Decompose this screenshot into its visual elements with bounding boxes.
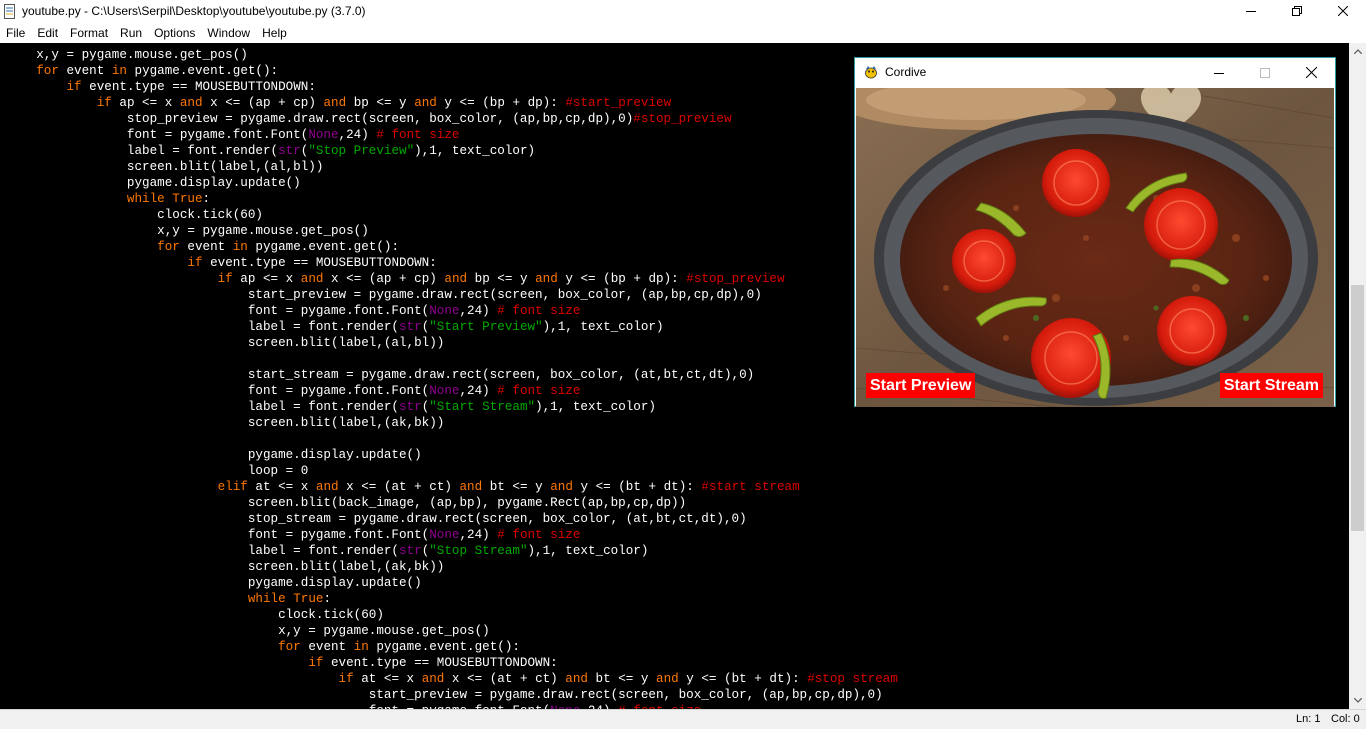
- code-line[interactable]: for event in pygame.event.get():: [6, 64, 278, 78]
- code-line[interactable]: loop = 0: [6, 464, 308, 478]
- code-line[interactable]: screen.blit(label,(al,bl)): [6, 336, 445, 350]
- menu-edit[interactable]: Edit: [31, 23, 64, 43]
- code-line[interactable]: stop_preview = pygame.draw.rect(screen, …: [6, 112, 732, 126]
- code-line[interactable]: if ap <= x and x <= (ap + cp) and bp <= …: [6, 96, 671, 110]
- code-line[interactable]: elif at <= x and x <= (at + ct) and bt <…: [6, 480, 800, 494]
- chevron-down-icon: [1353, 698, 1362, 703]
- status-bar: Ln: 1 Col: 0: [0, 709, 1366, 729]
- code-line[interactable]: while True:: [6, 592, 331, 606]
- code-line[interactable]: pygame.display.update(): [6, 576, 422, 590]
- code-line[interactable]: font = pygame.font.Font(None,24) # font …: [6, 528, 581, 542]
- maximize-icon: [1260, 67, 1270, 78]
- minimize-icon: [1246, 11, 1256, 12]
- menu-options[interactable]: Options: [148, 23, 201, 43]
- vertical-scrollbar[interactable]: [1349, 43, 1366, 709]
- pygame-window-title: Cordive: [885, 65, 927, 79]
- code-line[interactable]: start_preview = pygame.draw.rect(screen,…: [6, 688, 883, 702]
- status-column: Col: 0: [1331, 713, 1360, 725]
- pygame-window-title-bar[interactable]: Cordive: [855, 58, 1335, 87]
- code-line[interactable]: font = pygame.font.Font(None,24) # font …: [6, 128, 460, 142]
- code-line[interactable]: clock.tick(60): [6, 608, 384, 622]
- pygame-snake-icon: [865, 66, 877, 79]
- code-line[interactable]: if event.type == MOUSEBUTTONDOWN:: [6, 80, 315, 94]
- food-photo: [856, 88, 1334, 407]
- restore-button[interactable]: [1274, 0, 1320, 22]
- minimize-button[interactable]: [1228, 0, 1274, 22]
- status-line: Ln: 1: [1296, 713, 1321, 725]
- menu-bar: File Edit Format Run Options Window Help: [0, 23, 1366, 43]
- code-line[interactable]: x,y = pygame.mouse.get_pos(): [6, 48, 248, 62]
- close-button[interactable]: [1320, 0, 1366, 22]
- chevron-up-icon: [1353, 49, 1362, 54]
- scroll-down-button[interactable]: [1349, 692, 1366, 709]
- scroll-up-button[interactable]: [1349, 43, 1366, 60]
- menu-window[interactable]: Window: [201, 23, 256, 43]
- code-line[interactable]: label = font.render(str("Start Preview")…: [6, 320, 664, 334]
- code-line[interactable]: screen.blit(back_image, (ap,bp), pygame.…: [6, 496, 686, 510]
- window-title-bar: youtube.py - C:\Users\Serpil\Desktop\you…: [0, 0, 1366, 23]
- code-line[interactable]: x,y = pygame.mouse.get_pos(): [6, 624, 490, 638]
- pygame-canvas[interactable]: Start Preview Start Stream: [856, 88, 1334, 407]
- code-line[interactable]: screen.blit(label,(al,bl)): [6, 160, 324, 174]
- menu-help[interactable]: Help: [256, 23, 293, 43]
- code-line[interactable]: for event in pygame.event.get():: [6, 640, 520, 654]
- code-line[interactable]: if event.type == MOUSEBUTTONDOWN:: [6, 256, 436, 270]
- code-line[interactable]: x,y = pygame.mouse.get_pos(): [6, 224, 369, 238]
- code-line[interactable]: if at <= x and x <= (at + ct) and bt <= …: [6, 672, 898, 686]
- code-line[interactable]: clock.tick(60): [6, 208, 263, 222]
- code-line[interactable]: font = pygame.font.Font(None,24) # font …: [6, 384, 581, 398]
- menu-file[interactable]: File: [0, 23, 31, 43]
- pygame-close-button[interactable]: [1288, 58, 1334, 87]
- code-line[interactable]: start_stream = pygame.draw.rect(screen, …: [6, 368, 754, 382]
- restore-icon: [1292, 6, 1302, 16]
- code-line[interactable]: if event.type == MOUSEBUTTONDOWN:: [6, 656, 557, 670]
- pygame-window[interactable]: Cordive Start Preview Start Stream: [854, 57, 1336, 407]
- start-preview-button[interactable]: Start Preview: [866, 373, 976, 398]
- pygame-minimize-button[interactable]: [1196, 58, 1242, 87]
- scrollbar-thumb[interactable]: [1351, 285, 1364, 531]
- code-line[interactable]: label = font.render(str("Stop Stream"),1…: [6, 544, 649, 558]
- idle-file-icon: [4, 4, 15, 19]
- code-text[interactable]: x,y = pygame.mouse.get_pos() for event i…: [6, 47, 898, 709]
- code-line[interactable]: while True:: [6, 192, 210, 206]
- code-line[interactable]: stop_stream = pygame.draw.rect(screen, b…: [6, 512, 747, 526]
- code-line[interactable]: screen.blit(label,(ak,bk)): [6, 560, 445, 574]
- minimize-icon: [1214, 72, 1224, 74]
- code-line[interactable]: pygame.display.update(): [6, 448, 422, 462]
- code-line[interactable]: if ap <= x and x <= (ap + cp) and bp <= …: [6, 272, 785, 286]
- close-icon: [1338, 6, 1348, 16]
- code-line[interactable]: label = font.render(str("Stop Preview"),…: [6, 144, 535, 158]
- code-line[interactable]: font = pygame.font.Font(None,24) # font …: [6, 304, 581, 318]
- code-line[interactable]: for event in pygame.event.get():: [6, 240, 399, 254]
- code-line[interactable]: label = font.render(str("Start Stream"),…: [6, 400, 656, 414]
- pygame-maximize-button[interactable]: [1242, 58, 1288, 87]
- window-title: youtube.py - C:\Users\Serpil\Desktop\you…: [22, 4, 366, 18]
- start-stream-button[interactable]: Start Stream: [1219, 373, 1323, 398]
- menu-format[interactable]: Format: [64, 23, 114, 43]
- menu-run[interactable]: Run: [114, 23, 148, 43]
- code-line[interactable]: start_preview = pygame.draw.rect(screen,…: [6, 288, 762, 302]
- close-icon: [1305, 67, 1317, 78]
- code-line[interactable]: pygame.display.update(): [6, 176, 301, 190]
- code-line[interactable]: screen.blit(label,(ak,bk)): [6, 416, 445, 430]
